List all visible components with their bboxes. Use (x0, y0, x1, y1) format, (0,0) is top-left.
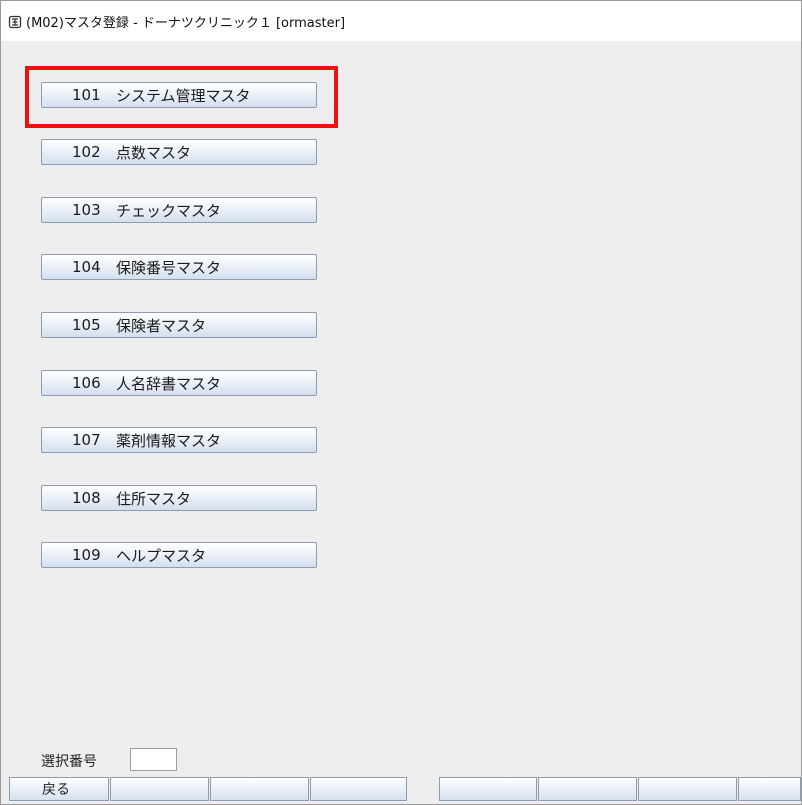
function-key-6[interactable] (538, 777, 637, 801)
menu-button-number: 104 (72, 258, 101, 276)
function-key-7[interactable] (638, 777, 737, 801)
menu-button-number: 103 (72, 201, 101, 219)
menu-button-101[interactable]: 101 システム管理マスタ (41, 82, 317, 108)
menu-button-label: チェックマスタ (116, 201, 222, 220)
window-title: (M02)マスタ登録 - ドーナツクリニック１ [ormaster] (26, 15, 346, 31)
menu-button-number: 108 (72, 489, 101, 507)
menu-button-number: 106 (72, 374, 101, 392)
menu-button-107[interactable]: 107 薬剤情報マスタ (41, 427, 317, 453)
menu-button-number: 101 (72, 86, 101, 104)
application-window: (M02)マスタ登録 - ドーナツクリニック１ [ormaster] 101 シ… (0, 0, 802, 805)
function-key-8[interactable] (738, 777, 801, 801)
menu-button-number: 105 (72, 316, 101, 334)
menu-button-number: 109 (72, 546, 101, 564)
function-key-5[interactable] (439, 777, 537, 801)
menu-button-102[interactable]: 102 点数マスタ (41, 139, 317, 165)
menu-button-105[interactable]: 105 保険者マスタ (41, 312, 317, 338)
menu-button-number: 107 (72, 431, 101, 449)
menu-button-label: システム管理マスタ (116, 86, 251, 105)
menu-button-104[interactable]: 104 保険番号マスタ (41, 254, 317, 280)
menu-button-label: 住所マスタ (116, 489, 192, 508)
menu-button-106[interactable]: 106 人名辞書マスタ (41, 370, 317, 396)
menu-button-label: 保険者マスタ (116, 316, 207, 335)
menu-button-label: 保険番号マスタ (116, 258, 222, 277)
menu-button-number: 102 (72, 143, 101, 161)
selection-number-label: 選択番号 (41, 754, 97, 770)
menu-button-108[interactable]: 108 住所マスタ (41, 485, 317, 511)
menu-button-109[interactable]: 109 ヘルプマスタ (41, 542, 317, 568)
menu-button-103[interactable]: 103 チェックマスタ (41, 197, 317, 223)
menu-button-label: 薬剤情報マスタ (116, 431, 222, 450)
menu-button-label: ヘルプマスタ (116, 546, 207, 565)
menu-button-label: 人名辞書マスタ (116, 374, 222, 393)
menu-button-label: 点数マスタ (116, 143, 192, 162)
title-bar: (M02)マスタ登録 - ドーナツクリニック１ [ormaster] (1, 1, 801, 41)
function-key-4[interactable] (310, 777, 407, 801)
selection-number-input[interactable] (130, 748, 177, 771)
app-icon (8, 14, 22, 29)
function-key-1-back[interactable]: 戻る (9, 777, 109, 801)
function-key-2[interactable] (110, 777, 209, 801)
function-key-3[interactable] (210, 777, 309, 801)
